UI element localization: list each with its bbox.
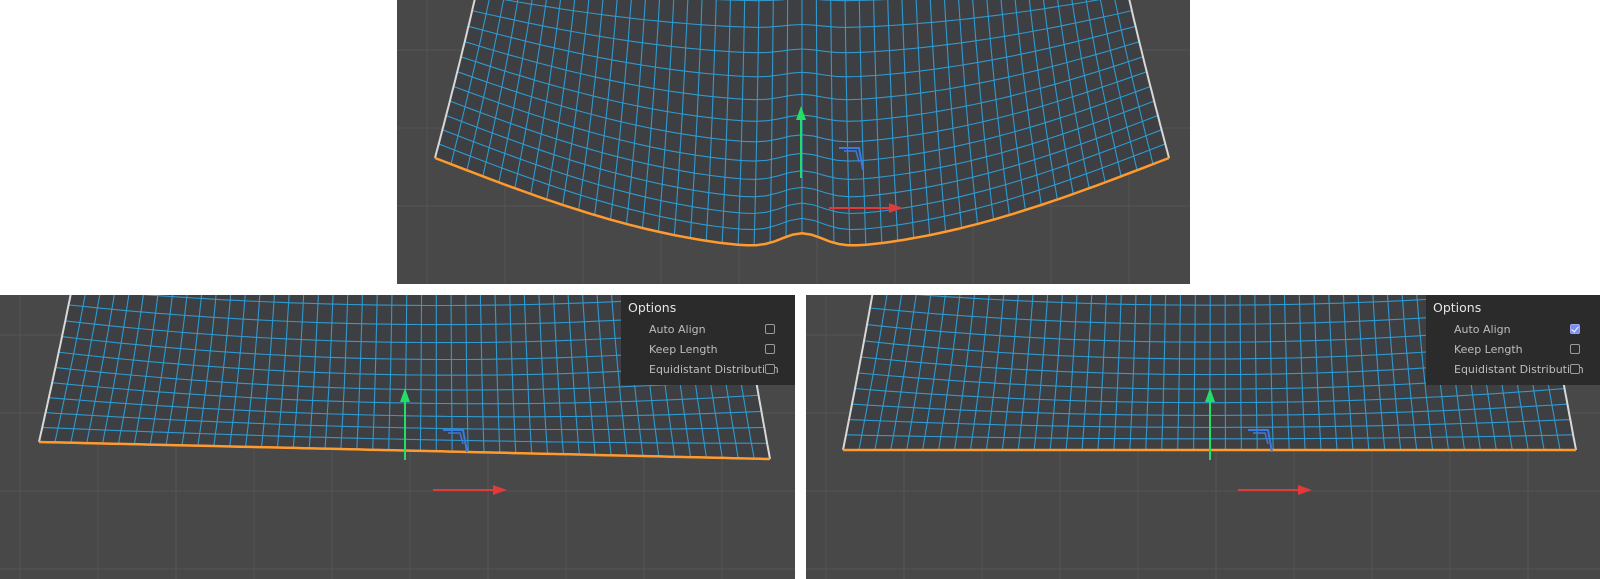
mesh-canvas[interactable] [397, 0, 1190, 284]
options-title: Options [1433, 300, 1482, 315]
viewport-original[interactable] [397, 0, 1190, 284]
option-equidistant-distribution[interactable]: Equidistant Distribution [1426, 360, 1600, 380]
option-label: Equidistant Distribution [649, 363, 779, 376]
options-panel: Options Auto Align Keep Length Equidista… [621, 295, 795, 385]
viewport-auto-align-on[interactable]: Options Auto Align Keep Length Equidista… [806, 295, 1600, 579]
option-keep-length[interactable]: Keep Length [621, 340, 795, 360]
option-auto-align[interactable]: Auto Align [621, 320, 795, 340]
equidistant-distribution-checkbox[interactable] [765, 364, 775, 374]
option-label: Auto Align [649, 323, 706, 336]
options-panel: Options Auto Align Keep Length Equidista… [1426, 295, 1600, 385]
option-label: Keep Length [1454, 343, 1523, 356]
option-label: Auto Align [1454, 323, 1511, 336]
option-keep-length[interactable]: Keep Length [1426, 340, 1600, 360]
viewport-auto-align-off[interactable]: Options Auto Align Keep Length Equidista… [0, 295, 795, 579]
keep-length-checkbox[interactable] [1570, 344, 1580, 354]
equidistant-distribution-checkbox[interactable] [1570, 364, 1580, 374]
option-label: Equidistant Distribution [1454, 363, 1584, 376]
x-axis-arrowhead [493, 485, 507, 495]
option-equidistant-distribution[interactable]: Equidistant Distribution [621, 360, 795, 380]
auto-align-checkbox[interactable] [1570, 324, 1580, 334]
options-title: Options [628, 300, 677, 315]
x-axis-arrowhead [1298, 485, 1312, 495]
option-label: Keep Length [649, 343, 718, 356]
keep-length-checkbox[interactable] [765, 344, 775, 354]
auto-align-checkbox[interactable] [765, 324, 775, 334]
option-auto-align[interactable]: Auto Align [1426, 320, 1600, 340]
